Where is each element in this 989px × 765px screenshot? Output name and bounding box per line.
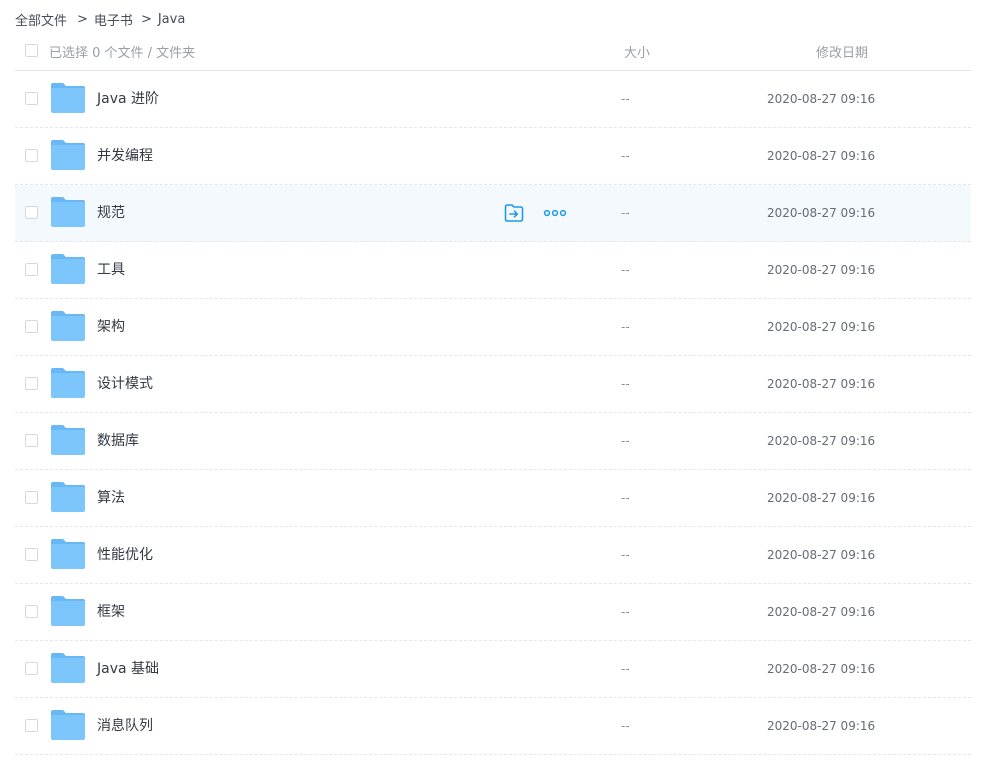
- breadcrumb-current: Java: [157, 11, 186, 27]
- row-checkbox[interactable]: [25, 92, 38, 105]
- folder-icon[interactable]: [49, 651, 87, 685]
- file-name-link[interactable]: Java 基础: [97, 658, 159, 678]
- folder-icon[interactable]: [49, 537, 87, 571]
- file-row[interactable]: 框架 -- 2020-08-27 09:16: [15, 584, 971, 641]
- size-column-header[interactable]: 大小: [624, 42, 650, 61]
- folder-icon[interactable]: [49, 138, 87, 172]
- folder-icon[interactable]: [49, 366, 87, 400]
- modified-date: 2020-08-27 09:16: [767, 491, 876, 505]
- move-to-folder-icon[interactable]: [503, 202, 525, 224]
- file-size: --: [621, 719, 630, 733]
- selection-count: 已选择 0 个文件 / 文件夹: [49, 46, 196, 61]
- file-name-link[interactable]: 消息队列: [97, 715, 153, 735]
- file-row[interactable]: 架构 -- 2020-08-27 09:16: [15, 299, 971, 356]
- more-options-icon[interactable]: [525, 209, 567, 217]
- folder-icon[interactable]: [49, 195, 87, 229]
- file-name-link[interactable]: 规范: [97, 202, 125, 222]
- file-row[interactable]: Java 基础 -- 2020-08-27 09:16: [15, 641, 971, 698]
- row-checkbox[interactable]: [25, 491, 38, 504]
- file-size: --: [621, 263, 630, 277]
- list-header: 已选择 0 个文件 / 文件夹 大小 修改日期: [15, 34, 971, 71]
- file-size: --: [621, 206, 630, 220]
- file-name-link[interactable]: 算法: [97, 487, 125, 507]
- folder-icon[interactable]: [49, 423, 87, 457]
- modified-date: 2020-08-27 09:16: [767, 548, 876, 562]
- row-checkbox[interactable]: [25, 662, 38, 675]
- file-row[interactable]: 数据库 -- 2020-08-27 09:16: [15, 413, 971, 470]
- file-list: Java 进阶 -- 2020-08-27 09:16 并发编程 -- 2020-08-2…: [15, 71, 971, 755]
- file-name-link[interactable]: 数据库: [97, 430, 139, 450]
- modified-date: 2020-08-27 09:16: [767, 149, 876, 163]
- file-row[interactable]: 规范 -- 2020-08-27 09:16: [15, 185, 971, 242]
- row-checkbox[interactable]: [25, 719, 38, 732]
- modified-date: 2020-08-27 09:16: [767, 263, 876, 277]
- modified-date: 2020-08-27 09:16: [767, 662, 876, 676]
- modified-date: 2020-08-27 09:16: [767, 320, 876, 334]
- file-size: --: [621, 377, 630, 391]
- folder-icon[interactable]: [49, 252, 87, 286]
- modified-date: 2020-08-27 09:16: [767, 434, 876, 448]
- select-all-checkbox[interactable]: [25, 44, 38, 57]
- folder-icon[interactable]: [49, 81, 87, 115]
- breadcrumb-separator: >: [77, 11, 88, 27]
- row-checkbox[interactable]: [25, 548, 38, 561]
- breadcrumb-ebook-link[interactable]: 电子书: [94, 10, 133, 29]
- file-row[interactable]: 并发编程 -- 2020-08-27 09:16: [15, 128, 971, 185]
- modified-date: 2020-08-27 09:16: [767, 206, 876, 220]
- file-size: --: [621, 605, 630, 619]
- file-size: --: [621, 149, 630, 163]
- file-size: --: [621, 548, 630, 562]
- file-size: --: [621, 491, 630, 505]
- file-size: --: [621, 662, 630, 676]
- file-row[interactable]: 设计模式 -- 2020-08-27 09:16: [15, 356, 971, 413]
- folder-icon[interactable]: [49, 708, 87, 742]
- folder-icon[interactable]: [49, 309, 87, 343]
- file-row[interactable]: 工具 -- 2020-08-27 09:16: [15, 242, 971, 299]
- file-name-link[interactable]: 性能优化: [97, 544, 153, 564]
- folder-icon[interactable]: [49, 480, 87, 514]
- row-actions: [503, 202, 567, 224]
- file-browser: 全部文件 > 电子书 > Java 已选择 0 个文件 / 文件夹 大小 修改日…: [0, 0, 989, 765]
- file-row[interactable]: 性能优化 -- 2020-08-27 09:16: [15, 527, 971, 584]
- modified-date: 2020-08-27 09:16: [767, 92, 876, 106]
- row-checkbox[interactable]: [25, 377, 38, 390]
- file-row[interactable]: Java 进阶 -- 2020-08-27 09:16: [15, 71, 971, 128]
- file-name-link[interactable]: 并发编程: [97, 145, 153, 165]
- breadcrumb: 全部文件 > 电子书 > Java: [15, 9, 185, 29]
- file-name-link[interactable]: 架构: [97, 316, 125, 336]
- file-name-link[interactable]: 工具: [97, 259, 125, 279]
- breadcrumb-separator: >: [140, 11, 152, 27]
- modified-date: 2020-08-27 09:16: [767, 377, 876, 391]
- row-checkbox[interactable]: [25, 263, 38, 276]
- file-name-link[interactable]: 设计模式: [97, 373, 153, 393]
- file-row[interactable]: 消息队列 -- 2020-08-27 09:16: [15, 698, 971, 755]
- file-row[interactable]: 算法 -- 2020-08-27 09:16: [15, 470, 971, 527]
- file-size: --: [621, 320, 630, 334]
- modified-date: 2020-08-27 09:16: [767, 719, 876, 733]
- file-name-link[interactable]: Java 进阶: [97, 88, 159, 108]
- date-column-header[interactable]: 修改日期: [816, 42, 868, 61]
- row-checkbox[interactable]: [25, 149, 38, 162]
- row-checkbox[interactable]: [25, 206, 38, 219]
- row-checkbox[interactable]: [25, 320, 38, 333]
- modified-date: 2020-08-27 09:16: [767, 605, 876, 619]
- file-name-link[interactable]: 框架: [97, 601, 125, 621]
- row-checkbox[interactable]: [25, 434, 38, 447]
- file-size: --: [621, 434, 630, 448]
- row-checkbox[interactable]: [25, 605, 38, 618]
- folder-icon[interactable]: [49, 594, 87, 628]
- breadcrumb-root-link[interactable]: 全部文件: [15, 10, 67, 29]
- file-size: --: [621, 92, 630, 106]
